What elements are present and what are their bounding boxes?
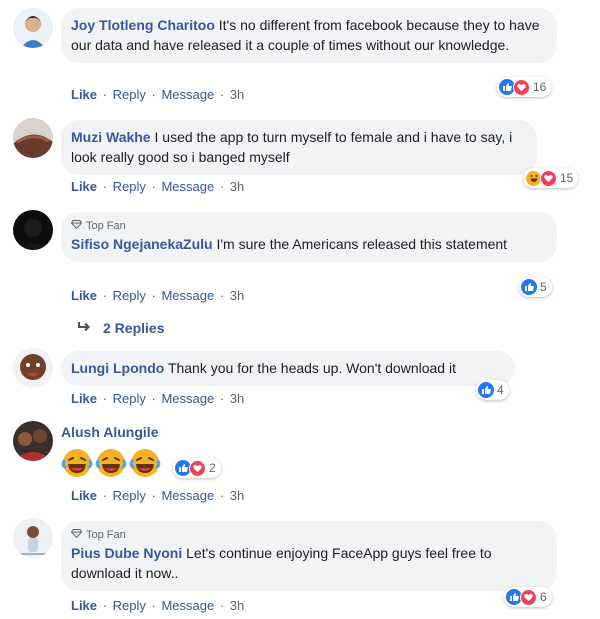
comment-bubble: Muzi Wakhe I used the app to turn myself… (61, 120, 537, 175)
reaction-count: 16 (533, 80, 547, 94)
love-icon (540, 169, 557, 187)
timestamp[interactable]: 3h (230, 391, 244, 406)
comment-bubble: Joy Tlotleng Charitoo It's no different … (61, 8, 557, 63)
love-icon (513, 78, 530, 96)
reaction-count: 2 (209, 461, 216, 475)
reaction-summary[interactable]: 16 (497, 77, 552, 97)
avatar[interactable] (13, 421, 53, 461)
reaction-summary[interactable]: 5 (519, 277, 552, 297)
reaction-count: 5 (540, 280, 547, 294)
top-fan-badge: Top Fan (70, 528, 545, 542)
diamond-icon (70, 528, 83, 542)
comment-bubble: Top Fan Sifiso NgejanekaZulu I'm sure th… (61, 212, 557, 262)
timestamp[interactable]: 3h (230, 598, 244, 613)
commenter-name[interactable]: Lungi Lpondo (71, 360, 164, 376)
reply-link[interactable]: Reply (113, 391, 146, 406)
like-link[interactable]: Like (71, 488, 97, 503)
like-link[interactable]: Like (71, 179, 97, 194)
avatar[interactable] (13, 118, 53, 158)
love-icon (189, 459, 206, 477)
message-link[interactable]: Message (161, 87, 214, 102)
reply-link[interactable]: Reply (113, 488, 146, 503)
commenter-name[interactable]: Muzi Wakhe (71, 129, 151, 145)
message-link[interactable]: Message (161, 488, 214, 503)
comment-actions: Like · Reply · Message · 3h (71, 179, 245, 194)
reaction-summary[interactable]: 6 (504, 587, 552, 607)
message-link[interactable]: Message (161, 288, 214, 303)
comment-actions: Like · Reply · Message · 3h (71, 598, 245, 613)
view-replies-link[interactable]: 2 Replies (77, 320, 164, 336)
avatar[interactable] (13, 348, 53, 388)
reaction-count: 6 (540, 590, 547, 604)
like-icon (521, 279, 537, 295)
top-fan-badge: Top Fan (70, 219, 545, 233)
message-link[interactable]: Message (161, 391, 214, 406)
commenter-name[interactable]: Joy Tlotleng Charitoo (71, 17, 215, 33)
emoji-row (61, 447, 161, 479)
comment-actions: Like · Reply · Message · 3h (71, 87, 245, 102)
comment-text: Thank you for the heads up. Won't downlo… (167, 360, 456, 376)
like-link[interactable]: Like (71, 87, 97, 102)
reaction-summary[interactable]: 15 (523, 168, 579, 188)
comment-actions: Like · Reply · Message · 3h (71, 488, 245, 503)
reaction-summary[interactable]: 4 (476, 380, 509, 400)
laughing-tears-emoji (95, 449, 127, 477)
reaction-summary[interactable]: 2 (173, 458, 221, 478)
love-icon (520, 588, 537, 606)
avatar[interactable] (13, 518, 53, 558)
like-link[interactable]: Like (71, 391, 97, 406)
comment-actions: Like · Reply · Message · 3h (71, 391, 245, 406)
reply-arrow-icon (77, 320, 91, 336)
diamond-icon (70, 219, 83, 233)
avatar[interactable] (13, 8, 53, 48)
commenter-name[interactable]: Pius Dube Nyoni (71, 545, 182, 561)
message-link[interactable]: Message (161, 179, 214, 194)
commenter-name[interactable]: Sifiso NgejanekaZulu (71, 236, 213, 252)
like-link[interactable]: Like (71, 598, 97, 613)
message-link[interactable]: Message (161, 598, 214, 613)
timestamp[interactable]: 3h (230, 488, 244, 503)
reply-link[interactable]: Reply (113, 598, 146, 613)
comment-actions: Like · Reply · Message · 3h (71, 288, 245, 303)
avatar[interactable] (13, 210, 53, 250)
reply-link[interactable]: Reply (113, 179, 146, 194)
like-link[interactable]: Like (71, 288, 97, 303)
comment-bubble: Top Fan Pius Dube Nyoni Let's continue e… (61, 521, 557, 591)
reply-link[interactable]: Reply (113, 87, 146, 102)
reaction-count: 15 (560, 171, 574, 185)
laughing-tears-emoji (129, 449, 161, 477)
comment-text: I'm sure the Americans released this sta… (216, 236, 508, 252)
timestamp[interactable]: 3h (230, 87, 244, 102)
reply-link[interactable]: Reply (113, 288, 146, 303)
timestamp[interactable]: 3h (230, 288, 244, 303)
commenter-name[interactable]: Alush Alungile (61, 424, 158, 440)
comment-bubble: Lungi Lpondo Thank you for the heads up.… (61, 351, 515, 386)
like-icon (478, 382, 494, 398)
laughing-tears-emoji (61, 449, 93, 477)
reaction-count: 4 (497, 383, 504, 397)
timestamp[interactable]: 3h (230, 179, 244, 194)
